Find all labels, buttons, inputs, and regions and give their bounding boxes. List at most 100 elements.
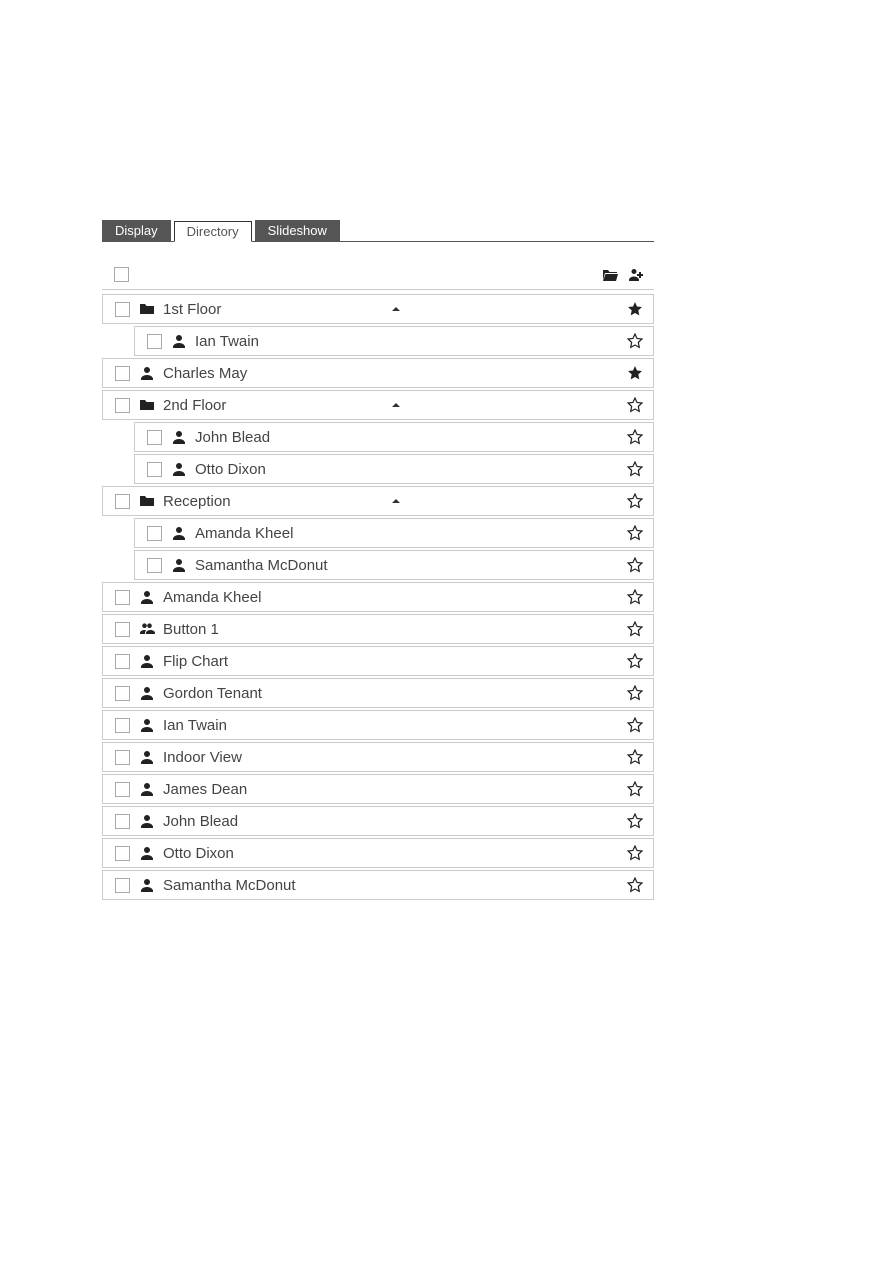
person-icon xyxy=(139,589,155,605)
star-icon[interactable] xyxy=(627,653,643,669)
list-item[interactable]: John Blead xyxy=(134,422,654,452)
star-icon[interactable] xyxy=(627,717,643,733)
row-label: 2nd Floor xyxy=(163,397,388,414)
row-checkbox[interactable] xyxy=(115,878,130,893)
folder-icon xyxy=(139,301,155,317)
list-item[interactable]: Charles May xyxy=(102,358,654,388)
person-icon xyxy=(139,717,155,733)
select-all-checkbox[interactable] xyxy=(114,267,129,282)
star-icon[interactable] xyxy=(627,333,643,349)
row-label: Ian Twain xyxy=(163,717,395,734)
row-checkbox[interactable] xyxy=(115,686,130,701)
star-icon[interactable] xyxy=(627,429,643,445)
list-item[interactable]: Amanda Kheel xyxy=(102,582,654,612)
row-checkbox[interactable] xyxy=(115,846,130,861)
list-item[interactable]: Indoor View xyxy=(102,742,654,772)
person-icon xyxy=(139,365,155,381)
person-icon xyxy=(139,845,155,861)
star-icon[interactable] xyxy=(627,589,643,605)
row-label: Otto Dixon xyxy=(163,845,395,862)
row-checkbox[interactable] xyxy=(115,654,130,669)
row-label: Charles May xyxy=(163,365,395,382)
row-checkbox[interactable] xyxy=(115,750,130,765)
row-checkbox[interactable] xyxy=(115,718,130,733)
person-icon xyxy=(171,461,187,477)
list-item[interactable]: Otto Dixon xyxy=(134,454,654,484)
tab-display[interactable]: Display xyxy=(102,220,171,241)
row-checkbox[interactable] xyxy=(115,622,130,637)
list-item[interactable]: Otto Dixon xyxy=(102,838,654,868)
row-label: John Blead xyxy=(163,813,395,830)
star-icon[interactable] xyxy=(627,397,643,413)
row-checkbox[interactable] xyxy=(147,526,162,541)
row-checkbox[interactable] xyxy=(115,302,130,317)
star-icon[interactable] xyxy=(627,557,643,573)
row-label: Samantha McDonut xyxy=(195,557,411,574)
row-label: Button 1 xyxy=(163,621,395,638)
row-checkbox[interactable] xyxy=(147,430,162,445)
chevron-up-icon[interactable] xyxy=(390,399,402,411)
list-item[interactable]: Ian Twain xyxy=(134,326,654,356)
folder-row[interactable]: 2nd Floor xyxy=(102,390,654,420)
row-checkbox[interactable] xyxy=(115,782,130,797)
row-label: Amanda Kheel xyxy=(163,589,395,606)
row-checkbox[interactable] xyxy=(115,814,130,829)
directory-list: 1st Floor Ian Twain Charles May 2nd Floor Jo… xyxy=(102,260,654,900)
folder-row[interactable]: 1st Floor xyxy=(102,294,654,324)
star-icon[interactable] xyxy=(627,365,643,381)
star-icon[interactable] xyxy=(627,525,643,541)
folder-row[interactable]: Reception xyxy=(102,486,654,516)
folder-icon xyxy=(139,493,155,509)
chevron-up-icon[interactable] xyxy=(390,303,402,315)
person-icon xyxy=(139,685,155,701)
list-item[interactable]: Ian Twain xyxy=(102,710,654,740)
star-icon[interactable] xyxy=(627,493,643,509)
chevron-up-icon[interactable] xyxy=(390,495,402,507)
star-icon[interactable] xyxy=(627,461,643,477)
star-icon[interactable] xyxy=(627,621,643,637)
row-label: Flip Chart xyxy=(163,653,395,670)
list-item[interactable]: Samantha McDonut xyxy=(134,550,654,580)
row-label: James Dean xyxy=(163,781,395,798)
tab-directory[interactable]: Directory xyxy=(174,221,252,242)
row-checkbox[interactable] xyxy=(147,558,162,573)
person-icon xyxy=(139,781,155,797)
star-icon[interactable] xyxy=(627,781,643,797)
star-icon[interactable] xyxy=(627,877,643,893)
row-checkbox[interactable] xyxy=(115,494,130,509)
list-item[interactable]: Button 1 xyxy=(102,614,654,644)
header-row[interactable] xyxy=(102,260,654,290)
star-icon[interactable] xyxy=(627,749,643,765)
person-icon xyxy=(139,813,155,829)
star-icon[interactable] xyxy=(627,685,643,701)
person-icon xyxy=(139,877,155,893)
row-label: 1st Floor xyxy=(163,301,388,318)
star-icon[interactable] xyxy=(627,301,643,317)
row-checkbox[interactable] xyxy=(115,590,130,605)
row-label: Reception xyxy=(163,493,388,510)
row-checkbox[interactable] xyxy=(147,462,162,477)
list-item[interactable]: Samantha McDonut xyxy=(102,870,654,900)
add-person-icon[interactable] xyxy=(628,267,644,283)
folder-icon xyxy=(139,397,155,413)
person-icon xyxy=(171,525,187,541)
list-item[interactable]: John Blead xyxy=(102,806,654,836)
list-item[interactable]: Gordon Tenant xyxy=(102,678,654,708)
list-item[interactable]: James Dean xyxy=(102,774,654,804)
list-item[interactable]: Amanda Kheel xyxy=(134,518,654,548)
row-label: Gordon Tenant xyxy=(163,685,395,702)
row-label: Amanda Kheel xyxy=(195,525,411,542)
person-icon xyxy=(139,749,155,765)
star-icon[interactable] xyxy=(627,845,643,861)
row-checkbox[interactable] xyxy=(147,334,162,349)
row-checkbox[interactable] xyxy=(115,398,130,413)
person-icon xyxy=(171,429,187,445)
person-icon xyxy=(171,557,187,573)
tab-slideshow[interactable]: Slideshow xyxy=(255,220,340,241)
directory-panel: Display Directory Slideshow 1st Floor Ian… xyxy=(102,220,654,900)
row-checkbox[interactable] xyxy=(115,366,130,381)
add-folder-icon[interactable] xyxy=(602,267,618,283)
row-label: Samantha McDonut xyxy=(163,877,395,894)
star-icon[interactable] xyxy=(627,813,643,829)
list-item[interactable]: Flip Chart xyxy=(102,646,654,676)
